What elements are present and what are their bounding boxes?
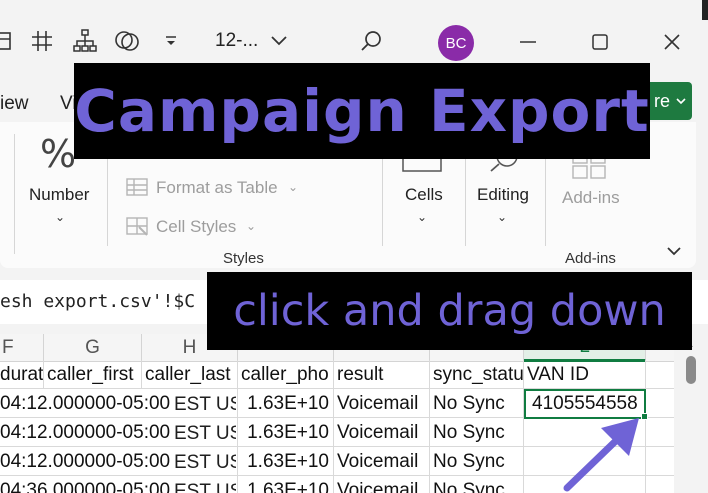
- vertical-scrollbar[interactable]: ▲: [674, 334, 708, 493]
- table-cell[interactable]: 1.63E+10: [238, 418, 334, 447]
- search-icon[interactable]: [356, 26, 386, 56]
- overlay-title: Campaign Export: [74, 63, 650, 159]
- table-row: durati caller_first caller_last caller_p…: [0, 360, 674, 389]
- scrollbar-thumb[interactable]: [686, 356, 696, 384]
- chevron-down-icon: [676, 98, 686, 105]
- cell-styles-button[interactable]: Cell Styles: [156, 217, 236, 237]
- number-format-button[interactable]: Number: [29, 185, 89, 205]
- avatar[interactable]: BC: [438, 25, 474, 61]
- table-cell[interactable]: 1.63E+10: [238, 389, 334, 418]
- table-cell[interactable]: caller_first: [44, 360, 142, 389]
- table-cell[interactable]: VAN ID: [524, 360, 646, 389]
- hierarchy-icon[interactable]: [70, 26, 100, 56]
- format-as-table-icon: [125, 176, 149, 203]
- table-cell[interactable]: No Sync: [430, 476, 524, 493]
- timezone-cell[interactable]: EST US/: [172, 423, 236, 445]
- overlay-hint: click and drag down: [207, 272, 692, 350]
- divider: [14, 134, 15, 254]
- file-name[interactable]: 12-...: [215, 30, 258, 52]
- table-icon[interactable]: [0, 26, 16, 56]
- column-header-f[interactable]: F: [0, 334, 44, 362]
- share-label: re: [653, 90, 670, 111]
- format-as-table-button[interactable]: Format as Table: [156, 178, 278, 198]
- table-cell[interactable]: sync_statu: [430, 360, 524, 389]
- table-cell[interactable]: result: [334, 360, 430, 389]
- chevron-down-icon[interactable]: [264, 26, 294, 56]
- add-ins-button[interactable]: Add-ins: [562, 188, 620, 208]
- column-header-g[interactable]: G: [44, 334, 142, 362]
- chevron-down-icon: ⌄: [246, 219, 257, 233]
- window-edge: [702, 0, 708, 20]
- chevron-down-icon: ⌄: [497, 210, 508, 224]
- add-ins-group-label: Add-ins: [565, 250, 616, 267]
- timezone-cell[interactable]: EST US/: [172, 481, 236, 493]
- shapes-icon[interactable]: [112, 26, 142, 56]
- cells-button[interactable]: Cells: [405, 185, 443, 205]
- table-cell[interactable]: 1.63E+10: [238, 476, 334, 493]
- styles-group-label: Styles: [223, 250, 264, 267]
- table-cell[interactable]: Voicemail: [334, 389, 430, 418]
- maximize-icon[interactable]: [584, 26, 616, 58]
- cell-styles-icon: [125, 215, 149, 242]
- percent-icon: %: [40, 132, 77, 176]
- close-icon[interactable]: [656, 26, 688, 58]
- arrow-icon: [563, 418, 639, 492]
- timezone-cell[interactable]: EST US/: [172, 394, 236, 416]
- table-cell[interactable]: 1.63E+10: [238, 447, 334, 476]
- editing-button[interactable]: Editing: [477, 185, 529, 205]
- tab-view[interactable]: iew: [0, 93, 29, 115]
- table-cell[interactable]: No Sync: [430, 389, 524, 418]
- table-cell[interactable]: No Sync: [430, 447, 524, 476]
- table-cell[interactable]: Voicemail: [334, 418, 430, 447]
- chevron-down-icon: ⌄: [417, 210, 428, 224]
- grid-icon[interactable]: [27, 26, 57, 56]
- table-cell[interactable]: durati: [0, 360, 44, 389]
- table-cell[interactable]: caller_pho: [238, 360, 334, 389]
- minimize-icon[interactable]: [512, 26, 544, 58]
- ribbon-expand-icon[interactable]: [666, 244, 682, 262]
- table-cell[interactable]: caller_last: [142, 360, 238, 389]
- table-cell[interactable]: No Sync: [430, 418, 524, 447]
- chevron-down-icon: ⌄: [288, 180, 299, 194]
- timezone-cell[interactable]: EST US/: [172, 452, 236, 474]
- formula-text: esh export.csv'!$C: [0, 291, 196, 312]
- table-cell[interactable]: Voicemail: [334, 447, 430, 476]
- chevron-down-icon: ⌄: [55, 210, 66, 224]
- customize-toolbar-icon[interactable]: [156, 26, 186, 56]
- table-cell[interactable]: Voicemail: [334, 476, 430, 493]
